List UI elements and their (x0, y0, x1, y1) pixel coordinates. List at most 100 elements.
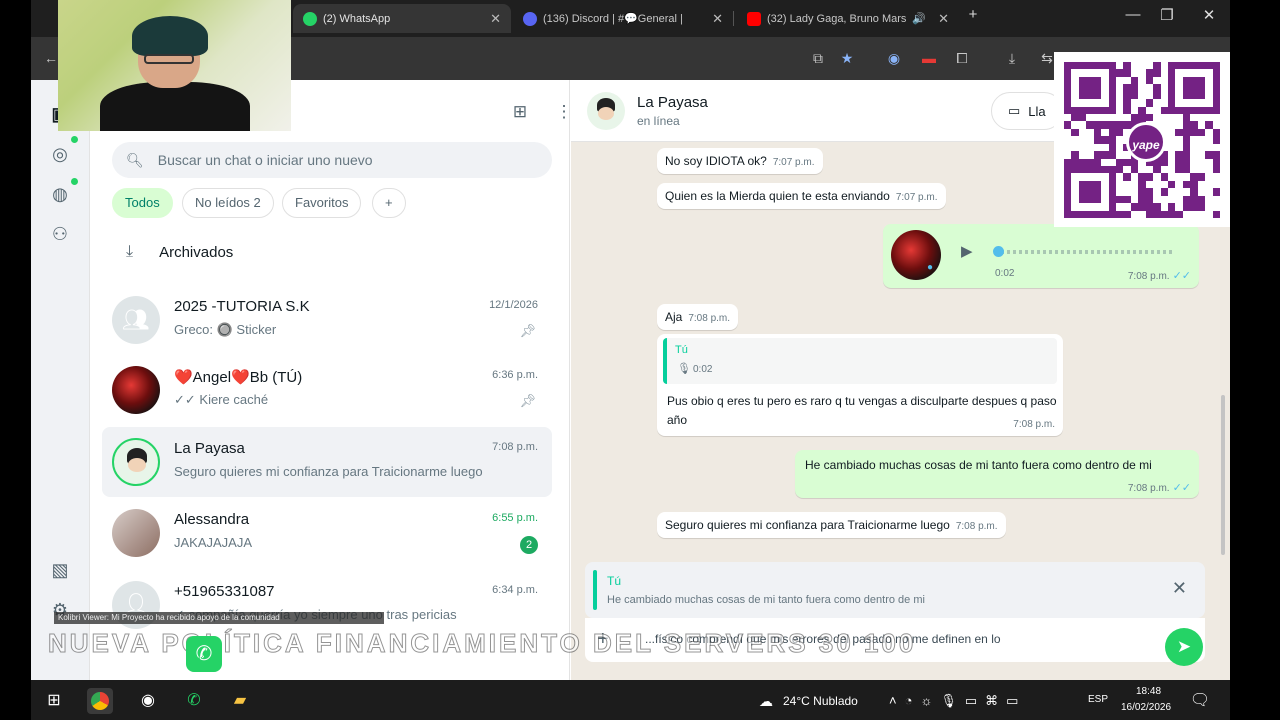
message-text: He cambiado muchas cosas de mi tanto fue… (805, 458, 1152, 472)
whatsapp-float-icon: ✆ (186, 636, 222, 672)
avatar (112, 438, 160, 486)
voice-message-outgoing[interactable]: ● ▶ 0:02 7:08 p.m. ✓✓ (883, 224, 1199, 288)
pin-icon: 📌︎ (519, 393, 536, 408)
voice-duration: 0:02 (995, 268, 1015, 279)
nav-rail: ▣ ◎ ◍ ⚇ ▧ ⚙ (31, 80, 90, 680)
notifications-icon[interactable]: 🗨︎ (1187, 688, 1213, 714)
close-tab-icon[interactable]: ✕ (938, 11, 949, 27)
play-icon[interactable]: ▶ (961, 242, 973, 260)
chat-row-alessandra[interactable]: Alessandra JAKAJAJAJA 6:55 p.m. 2 (102, 498, 552, 568)
windows-start-icon[interactable]: ⊞ (41, 688, 67, 714)
chat-name: 2025 -TUTORIA S.K (174, 298, 310, 315)
youtube-icon (747, 11, 761, 26)
chat-list-panel: ⊞ ⋮ 🔍︎ Buscar un chat o iniciar uno nuev… (90, 80, 573, 680)
media-icon[interactable]: ▧ (48, 558, 72, 582)
chat-row-tutoria[interactable]: 👥︎ 2025 -TUTORIA S.K Greco: 🔘 Sticker 12… (102, 285, 552, 355)
chat-row-angel[interactable]: ❤️Angel❤️Bb (TÚ) ✓✓ Kiere caché 6:36 p.m… (102, 355, 552, 425)
clock-time[interactable]: 18:48 (1136, 686, 1161, 697)
audio-playing-icon: 🔊 (912, 13, 927, 25)
minimize-button[interactable]: — (1119, 6, 1147, 23)
read-ticks-icon: ✓✓ (1172, 482, 1191, 494)
tab-discord[interactable]: (136) Discord | #💬General | ✕ (513, 4, 733, 33)
stream-banner: NUEVA POLÍTICA FINANCIAMIENTO DEL SERVER… (48, 628, 917, 659)
message-time: 7:07 p.m. (895, 192, 938, 203)
chat-preview: Seguro quieres mi confianza para Traicio… (174, 464, 483, 479)
whatsapp-taskbar-icon[interactable]: ✆ (181, 688, 207, 714)
send-button[interactable]: ➤ (1165, 628, 1203, 666)
message-text: Seguro quieres mi confianza para Traicio… (665, 518, 950, 532)
new-chat-icon[interactable]: ⊞ (508, 100, 532, 124)
close-tab-icon[interactable]: ✕ (712, 11, 723, 27)
message-incoming[interactable]: Aja 7:08 p.m. (657, 304, 739, 330)
message-incoming-with-quote[interactable]: Tú 🎙︎ 0:02 Pus obio q eres tu pero es ra… (657, 334, 1063, 436)
communities-icon[interactable]: ⚇ (48, 222, 72, 246)
pin-icon: 📌︎ (519, 323, 536, 338)
screen-border-right (1230, 0, 1280, 720)
waveform (995, 250, 1175, 254)
extension-red-icon[interactable]: ▬ (919, 48, 939, 68)
new-tab-button[interactable]: + (959, 6, 987, 23)
clock-date[interactable]: 16/02/2026 (1121, 702, 1171, 713)
quote-author: Tú (675, 344, 688, 356)
restore-button[interactable]: ❐ (1153, 6, 1181, 24)
filter-all[interactable]: Todos (112, 188, 173, 218)
screen: (2) WhatsApp ✕ (136) Discord | #💬General… (31, 0, 1230, 720)
reply-author: Tú (607, 574, 622, 588)
archive-icon: ⤓ (126, 243, 134, 260)
status-icon[interactable]: ◎ (48, 142, 72, 166)
search-input[interactable]: 🔍︎ Buscar un chat o iniciar uno nuevo (112, 142, 552, 178)
message-incoming[interactable]: Seguro quieres mi confianza para Traicio… (657, 512, 1006, 538)
chat-preview: Greco: 🔘 Sticker (174, 322, 277, 337)
chat-time: 6:36 p.m. (492, 369, 538, 381)
tab-whatsapp[interactable]: (2) WhatsApp ✕ (293, 4, 511, 33)
extensions-puzzle-icon[interactable]: ⧠ (952, 48, 972, 68)
tray-icons[interactable]: ˄◔☼🎙︎▭⌘▭ (889, 693, 1026, 709)
close-reply-icon[interactable]: ✕ (1172, 578, 1187, 599)
conversation-scrollbar[interactable] (1221, 395, 1225, 555)
bookmark-star-icon[interactable]: ★ (837, 48, 857, 68)
extension-audio-icon[interactable]: ◉ (884, 48, 904, 68)
contact-status: en línea (637, 114, 680, 128)
waveform-cursor[interactable] (993, 246, 1004, 257)
channels-unread-dot (71, 178, 78, 185)
send-icon: ➤ (1176, 637, 1192, 656)
add-filter-button[interactable]: + (372, 188, 406, 218)
message-outgoing[interactable]: He cambiado muchas cosas de mi tanto fue… (795, 450, 1199, 498)
close-window-button[interactable]: ✕ (1195, 6, 1223, 24)
chat-preview: JAKAJAJAJA (174, 535, 253, 550)
windows-taskbar: ⊞ ◉ ✆ ▰ ☁ 24°C Nublado ˄◔☼🎙︎▭⌘▭ ESP 18:4… (31, 680, 1230, 720)
weather-text[interactable]: 24°C Nublado (783, 694, 858, 708)
quoted-message[interactable]: Tú 🎙︎ 0:02 (663, 338, 1057, 384)
download-icon[interactable]: ⤓ (1002, 48, 1022, 68)
chat-row-la-payasa[interactable]: La Payasa Seguro quieres mi confianza pa… (102, 427, 552, 497)
message-incoming[interactable]: Quien es la Mierda quien te esta enviand… (657, 183, 946, 209)
filter-unread[interactable]: No leídos 2 (182, 188, 274, 218)
avatar (112, 366, 160, 414)
close-tab-icon[interactable]: ✕ (490, 11, 501, 27)
language-indicator[interactable]: ESP (1088, 694, 1108, 705)
qr-code-overlay: yape (1054, 52, 1230, 227)
chrome-icon[interactable] (87, 688, 113, 714)
status-unread-dot (71, 136, 78, 143)
group-avatar-icon: 👥︎ (112, 296, 160, 344)
call-label: Lla (1028, 103, 1046, 119)
filter-favorites[interactable]: Favoritos (282, 188, 362, 218)
weather-icon[interactable]: ☁ (753, 688, 779, 714)
message-text: Aja (665, 310, 683, 324)
archived-row[interactable]: ⤓ Archivados (112, 232, 233, 272)
avatar[interactable] (587, 92, 625, 130)
search-placeholder: Buscar un chat o iniciar uno nuevo (157, 152, 373, 168)
call-button[interactable]: ▭ Lla (991, 92, 1063, 130)
unread-badge: 2 (520, 536, 538, 554)
archived-label: Archivados (159, 243, 234, 261)
channels-icon[interactable]: ◍ (48, 182, 72, 206)
stream-ticker: Kolibri Viewer: Mi Proyecto ha recibido … (54, 612, 384, 624)
tab-youtube[interactable]: (32) Lady Gaga, Bruno Mars 🔊 ✕ (737, 4, 959, 33)
reply-accent-bar (593, 570, 597, 610)
message-time: 7:08 p.m. ✓✓ (1127, 270, 1191, 282)
install-app-icon[interactable]: ⧉ (808, 48, 828, 68)
file-explorer-icon[interactable]: ▰ (227, 688, 253, 714)
microphone-icon: ● (927, 262, 934, 273)
obs-icon[interactable]: ◉ (135, 688, 161, 714)
message-incoming[interactable]: No soy IDIOTA ok? 7:07 p.m. (657, 148, 823, 174)
